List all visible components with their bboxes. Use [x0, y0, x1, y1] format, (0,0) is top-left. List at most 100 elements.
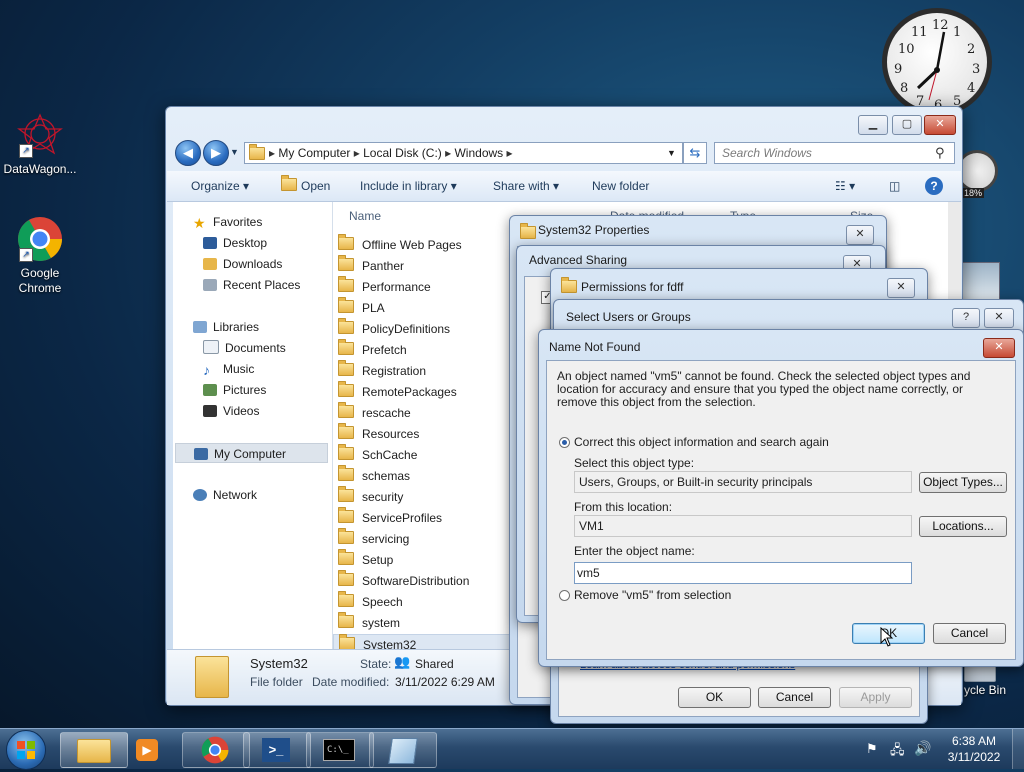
- file-row[interactable]: servicing: [333, 528, 508, 549]
- file-row[interactable]: PLA: [333, 297, 508, 318]
- file-row[interactable]: security: [333, 486, 508, 507]
- file-row[interactable]: Prefetch: [333, 339, 508, 360]
- slideshow-gadget[interactable]: [962, 262, 1000, 302]
- file-row[interactable]: System32: [333, 634, 510, 649]
- file-row[interactable]: SchCache: [333, 444, 508, 465]
- recent-pages-dropdown[interactable]: ▼: [230, 147, 239, 157]
- file-row[interactable]: schemas: [333, 465, 508, 486]
- remove-option-label[interactable]: Remove "vm5" from selection: [574, 588, 731, 602]
- locations-button[interactable]: Locations...: [919, 516, 1007, 537]
- file-row[interactable]: PolicyDefinitions: [333, 318, 508, 339]
- address-bar[interactable]: ▸ My Computer ▸ Local Disk (C:) ▸ Window…: [244, 142, 683, 164]
- remove-option-radio[interactable]: [559, 590, 570, 601]
- address-dropdown-icon[interactable]: ▼: [667, 143, 676, 163]
- file-row[interactable]: Performance: [333, 276, 508, 297]
- chrome-icon: [201, 736, 229, 764]
- file-row[interactable]: SoftwareDistribution: [333, 570, 508, 591]
- dialog-title: Select Users or Groups: [566, 310, 691, 324]
- file-row[interactable]: ServiceProfiles: [333, 507, 508, 528]
- nav-recent-places[interactable]: Recent Places: [203, 275, 300, 295]
- apply-button[interactable]: Apply: [839, 687, 912, 708]
- clock-gadget[interactable]: 12 1 2 3 4 5 6 7 8 9 10 11: [876, 8, 1000, 116]
- nav-music[interactable]: ♪ Music: [203, 359, 254, 379]
- nav-documents[interactable]: Documents: [203, 338, 286, 358]
- column-header-name[interactable]: Name: [349, 209, 381, 223]
- new-folder-button[interactable]: New folder: [592, 171, 649, 201]
- desktop-icon-google-chrome[interactable]: ↗ Google Chrome: [0, 216, 80, 296]
- dialog-title: Permissions for fdff: [581, 280, 684, 294]
- nav-my-computer[interactable]: My Computer: [175, 443, 328, 463]
- shared-users-icon: 👥: [394, 654, 411, 669]
- object-name-input[interactable]: vm5: [574, 562, 912, 584]
- file-row[interactable]: RemotePackages: [333, 381, 508, 402]
- tray-volume-icon[interactable]: 🔊: [914, 740, 931, 757]
- close-button[interactable]: ✕: [983, 338, 1015, 358]
- downloads-icon: [203, 258, 217, 270]
- share-with-button[interactable]: Share with ▾: [493, 171, 559, 201]
- breadcrumb-local-disk[interactable]: Local Disk (C:): [363, 146, 442, 160]
- breadcrumb-windows[interactable]: Windows: [454, 146, 503, 160]
- object-types-button[interactable]: Object Types...: [919, 472, 1007, 493]
- correct-option-radio[interactable]: [559, 437, 570, 448]
- file-row[interactable]: system: [333, 612, 508, 633]
- back-button[interactable]: ◀: [175, 140, 201, 166]
- search-box[interactable]: Search Windows ⚲: [714, 142, 955, 164]
- tray-network-icon[interactable]: 🖧: [890, 741, 905, 763]
- object-type-label: Select this object type:: [574, 456, 695, 470]
- nav-videos[interactable]: Videos: [203, 401, 259, 421]
- breadcrumb-my-computer[interactable]: My Computer: [278, 146, 350, 160]
- location-field: VM1: [574, 515, 912, 537]
- maximize-button[interactable]: ▢: [892, 115, 922, 135]
- organize-button[interactable]: Organize ▾: [191, 171, 249, 201]
- close-button[interactable]: ✕: [846, 225, 874, 245]
- file-row[interactable]: Resources: [333, 423, 508, 444]
- file-row[interactable]: rescache: [333, 402, 508, 423]
- minimize-button[interactable]: ▁: [858, 115, 888, 135]
- desktop-icon-label: ycle Bin: [964, 683, 1007, 697]
- desktop: { "desktop": { "icons": [ {"label": "Dat…: [0, 0, 1024, 770]
- preview-pane-icon[interactable]: ◫: [889, 171, 900, 201]
- tray-clock[interactable]: 6:38 AM 3/11/2022: [938, 733, 1010, 765]
- taskbar-chrome-button[interactable]: [182, 732, 250, 768]
- search-input[interactable]: Search Windows: [722, 143, 812, 163]
- help-icon[interactable]: ?: [925, 177, 943, 195]
- nav-downloads[interactable]: Downloads: [203, 254, 282, 274]
- desktop-icon-datawagon[interactable]: ↗ DataWagon...: [0, 112, 80, 176]
- close-button[interactable]: ✕: [984, 308, 1014, 328]
- open-button[interactable]: Open: [281, 171, 330, 201]
- media-player-icon: ▶: [136, 739, 158, 761]
- nav-favorites[interactable]: ★ Favorites: [193, 212, 262, 232]
- view-options-icon[interactable]: ☷ ▾: [835, 171, 855, 201]
- file-row[interactable]: Registration: [333, 360, 508, 381]
- taskbar-powershell-button[interactable]: >_: [243, 732, 311, 768]
- navigation-pane: ★ Favorites Desktop Downloads Recent Plac…: [173, 202, 333, 649]
- ok-button[interactable]: OK: [678, 687, 751, 708]
- nav-network[interactable]: Network: [193, 485, 257, 505]
- dialog-title: System32 Properties: [538, 223, 650, 237]
- cancel-button[interactable]: Cancel: [933, 623, 1006, 644]
- dialog-title: Name Not Found: [549, 340, 641, 354]
- nav-libraries[interactable]: Libraries: [193, 317, 259, 337]
- refresh-button[interactable]: ⇆: [683, 142, 707, 164]
- file-name: RemotePackages: [362, 385, 457, 399]
- cancel-button[interactable]: Cancel: [758, 687, 831, 708]
- file-row[interactable]: Panther: [333, 255, 508, 276]
- tray-action-center-icon[interactable]: ⚑: [866, 741, 878, 757]
- close-button[interactable]: ✕: [887, 278, 915, 298]
- taskbar-notepad-button[interactable]: [369, 732, 437, 768]
- include-in-library-button[interactable]: Include in library ▾: [360, 171, 457, 201]
- forward-button[interactable]: ▶: [203, 140, 229, 166]
- correct-option-label[interactable]: Correct this object information and sear…: [574, 435, 829, 449]
- help-button[interactable]: ?: [952, 308, 980, 328]
- file-row[interactable]: Setup: [333, 549, 508, 570]
- close-button[interactable]: ✕: [924, 115, 956, 135]
- object-type-field: Users, Groups, or Built-in security prin…: [574, 471, 912, 493]
- show-desktop-button[interactable]: [1012, 729, 1024, 769]
- file-row[interactable]: Offline Web Pages: [333, 234, 508, 255]
- start-button[interactable]: [6, 730, 46, 770]
- file-row[interactable]: Speech: [333, 591, 508, 612]
- nav-pictures[interactable]: Pictures: [203, 380, 266, 400]
- nav-desktop[interactable]: Desktop: [203, 233, 267, 253]
- taskbar-media-player-button[interactable]: ▶: [118, 732, 178, 768]
- taskbar-cmd-button[interactable]: C:\_: [306, 732, 374, 768]
